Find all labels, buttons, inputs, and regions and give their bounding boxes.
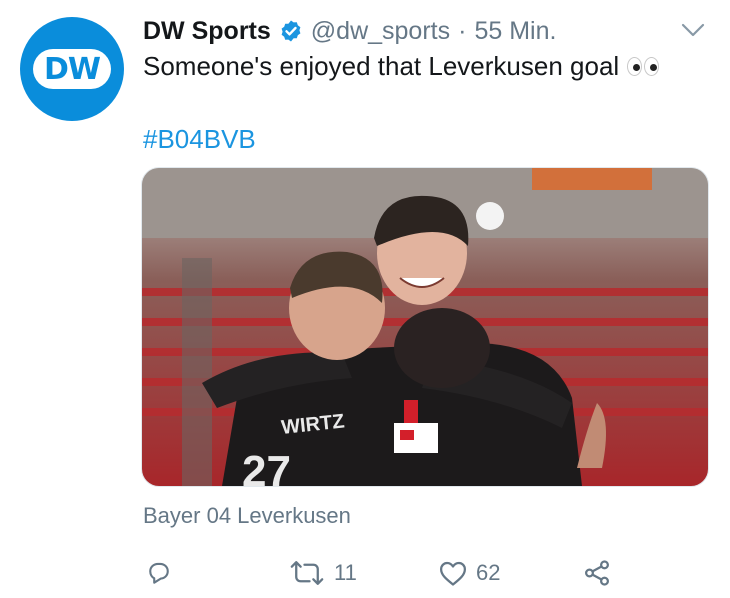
tweet-text: Someone's enjoyed that Leverkusen goal <box>143 51 660 82</box>
retweet-icon <box>290 561 324 585</box>
tweet-body: Someone's enjoyed that Leverkusen goal <box>143 51 620 81</box>
like-count: 62 <box>476 560 501 585</box>
retweet-button[interactable]: 11 <box>288 557 357 589</box>
hashtag-link[interactable]: #B04BVB <box>143 124 256 155</box>
avatar[interactable]: DW <box>20 17 124 121</box>
author-name[interactable]: DW Sports <box>143 17 271 46</box>
tweet-photo[interactable]: WIRTZ 27 <box>141 167 709 487</box>
tweet-timestamp[interactable]: 55 Min. <box>474 17 556 46</box>
chevron-down-icon[interactable] <box>680 20 706 40</box>
share-icon <box>584 560 610 586</box>
author-handle[interactable]: @dw_sports <box>311 17 450 46</box>
share-button[interactable] <box>582 557 612 589</box>
separator-dot: · <box>458 16 467 45</box>
like-button[interactable]: 62 <box>438 557 500 589</box>
photo-location[interactable]: Bayer 04 Leverkusen <box>143 503 351 529</box>
like-icon <box>440 561 466 586</box>
retweet-count: 11 <box>334 560 357 585</box>
dw-logo: DW <box>33 49 111 89</box>
eyes-emoji-icon <box>627 57 660 76</box>
svg-text:27: 27 <box>242 447 291 486</box>
reply-icon <box>149 562 169 584</box>
tweet-header: DW Sports @dw_sports · 55 Min. <box>143 14 556 48</box>
players-celebrating-image: WIRTZ 27 <box>142 168 708 486</box>
verified-badge-icon <box>281 20 301 42</box>
reply-button[interactable] <box>145 557 173 589</box>
